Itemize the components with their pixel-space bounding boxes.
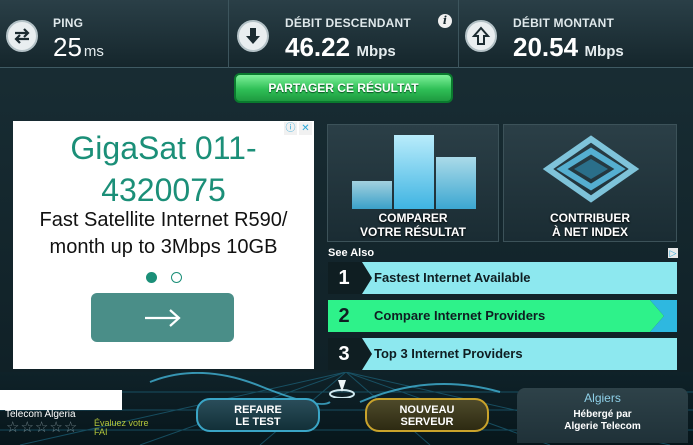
compare-label-line1: COMPARER <box>378 211 448 225</box>
upload-arrow-icon <box>465 20 497 52</box>
upload-number: 20.54 <box>513 32 579 62</box>
ping-number: 25 <box>53 32 82 62</box>
new-server-line2: SERVEUR <box>400 416 454 428</box>
server-hosted-by: Hébergé par <box>573 409 632 420</box>
see-also-item-2[interactable]: 2 Compare Internet Providers <box>328 300 677 332</box>
net-index-icon <box>542 135 640 203</box>
retest-line1: REFAIRE <box>234 404 282 416</box>
item-number: 2 <box>338 305 350 327</box>
carousel-dot-active[interactable] <box>146 272 157 283</box>
item-number: 1 <box>338 267 350 289</box>
see-also-item-1[interactable]: 1 Fastest Internet Available <box>328 262 677 294</box>
upload-value: 20.54 Mbps <box>513 32 624 63</box>
star-icon[interactable]: ☆ <box>64 420 77 435</box>
contribute-label-line1: CONTRIBUER <box>550 211 630 225</box>
ad-carousel-dots <box>146 272 182 283</box>
see-also-title: See Also <box>328 247 375 259</box>
item-number: 3 <box>338 343 350 365</box>
server-city: Algiers <box>584 391 621 405</box>
upload-stat: DÉBIT MONTANT 20.54 Mbps <box>458 0 693 68</box>
star-icon[interactable]: ☆ <box>20 420 33 435</box>
isp-rating[interactable]: ☆ ☆ ☆ ☆ ☆ <box>6 420 77 435</box>
download-number: 46.22 <box>285 32 351 62</box>
download-stat: DÉBIT DESCENDANT 46.22 Mbps i <box>228 0 458 68</box>
isp-box <box>0 390 122 410</box>
results-bar: PING 25 ms DÉBIT DESCENDANT 46.22 Mbps i … <box>0 0 693 68</box>
ad-body-line2: month up to 3Mbps 10GB <box>49 236 278 258</box>
item-label: Fastest Internet Available <box>374 270 531 285</box>
bar-chart-icon <box>352 135 476 209</box>
ad-next-button[interactable] <box>91 293 234 342</box>
advertisement[interactable]: ⓘ ✕ GigaSat 011- 4320075 Fast Satellite … <box>13 121 314 369</box>
retest-button[interactable]: REFAIRE LE TEST <box>196 398 320 432</box>
ad-choices-icon[interactable]: ▷ <box>668 248 678 258</box>
upload-label: DÉBIT MONTANT <box>513 16 615 30</box>
rate-isp-prompt[interactable]: Évaluez votre FAI <box>94 419 160 437</box>
download-label: DÉBIT DESCENDANT <box>285 16 411 30</box>
info-icon[interactable]: i <box>438 14 452 28</box>
ping-arrows-icon <box>6 20 38 52</box>
location-pin-icon <box>329 380 355 398</box>
contribute-tile[interactable]: CONTRIBUER À NET INDEX <box>503 124 677 242</box>
ping-stat: PING 25 ms <box>0 0 228 68</box>
ad-headline-line2: 4320075 <box>101 172 226 208</box>
download-unit: Mbps <box>356 43 396 60</box>
compare-label-line2: VOTRE RÉSULTAT <box>360 225 466 239</box>
carousel-dot[interactable] <box>171 272 182 283</box>
item-label: Top 3 Internet Providers <box>374 346 523 361</box>
new-server-line1: NOUVEAU <box>399 404 455 416</box>
see-also-item-3[interactable]: 3 Top 3 Internet Providers <box>328 338 677 370</box>
download-arrow-icon <box>237 20 269 52</box>
ping-label: PING <box>53 16 84 30</box>
star-icon[interactable]: ☆ <box>35 420 48 435</box>
rate-isp-line2: FAI <box>94 427 108 437</box>
upload-unit: Mbps <box>584 43 624 60</box>
ping-unit: ms <box>83 43 104 60</box>
new-server-button[interactable]: NOUVEAU SERVEUR <box>365 398 489 432</box>
ad-headline: GigaSat 011- 4320075 <box>13 127 314 211</box>
share-result-button[interactable]: PARTAGER CE RÉSULTAT <box>234 73 453 103</box>
retest-line2: LE TEST <box>235 416 281 428</box>
star-icon[interactable]: ☆ <box>6 420 19 435</box>
server-panel: Algiers Hébergé par Algerie Telecom <box>517 388 688 443</box>
download-value: 46.22 Mbps <box>285 32 396 63</box>
arrow-right-icon <box>145 309 181 327</box>
ad-headline-line1: GigaSat 011- <box>70 130 257 166</box>
item-label: Compare Internet Providers <box>374 308 546 323</box>
ad-body: Fast Satellite Internet R590/ month up t… <box>13 207 314 261</box>
contribute-label-line2: À NET INDEX <box>551 225 628 239</box>
ad-body-line1: Fast Satellite Internet R590/ <box>39 209 288 231</box>
star-icon[interactable]: ☆ <box>49 420 62 435</box>
ping-value: 25 ms <box>53 32 104 63</box>
compare-result-tile[interactable]: COMPARER VOTRE RÉSULTAT <box>327 124 499 242</box>
server-host: Algerie Telecom <box>564 421 641 432</box>
